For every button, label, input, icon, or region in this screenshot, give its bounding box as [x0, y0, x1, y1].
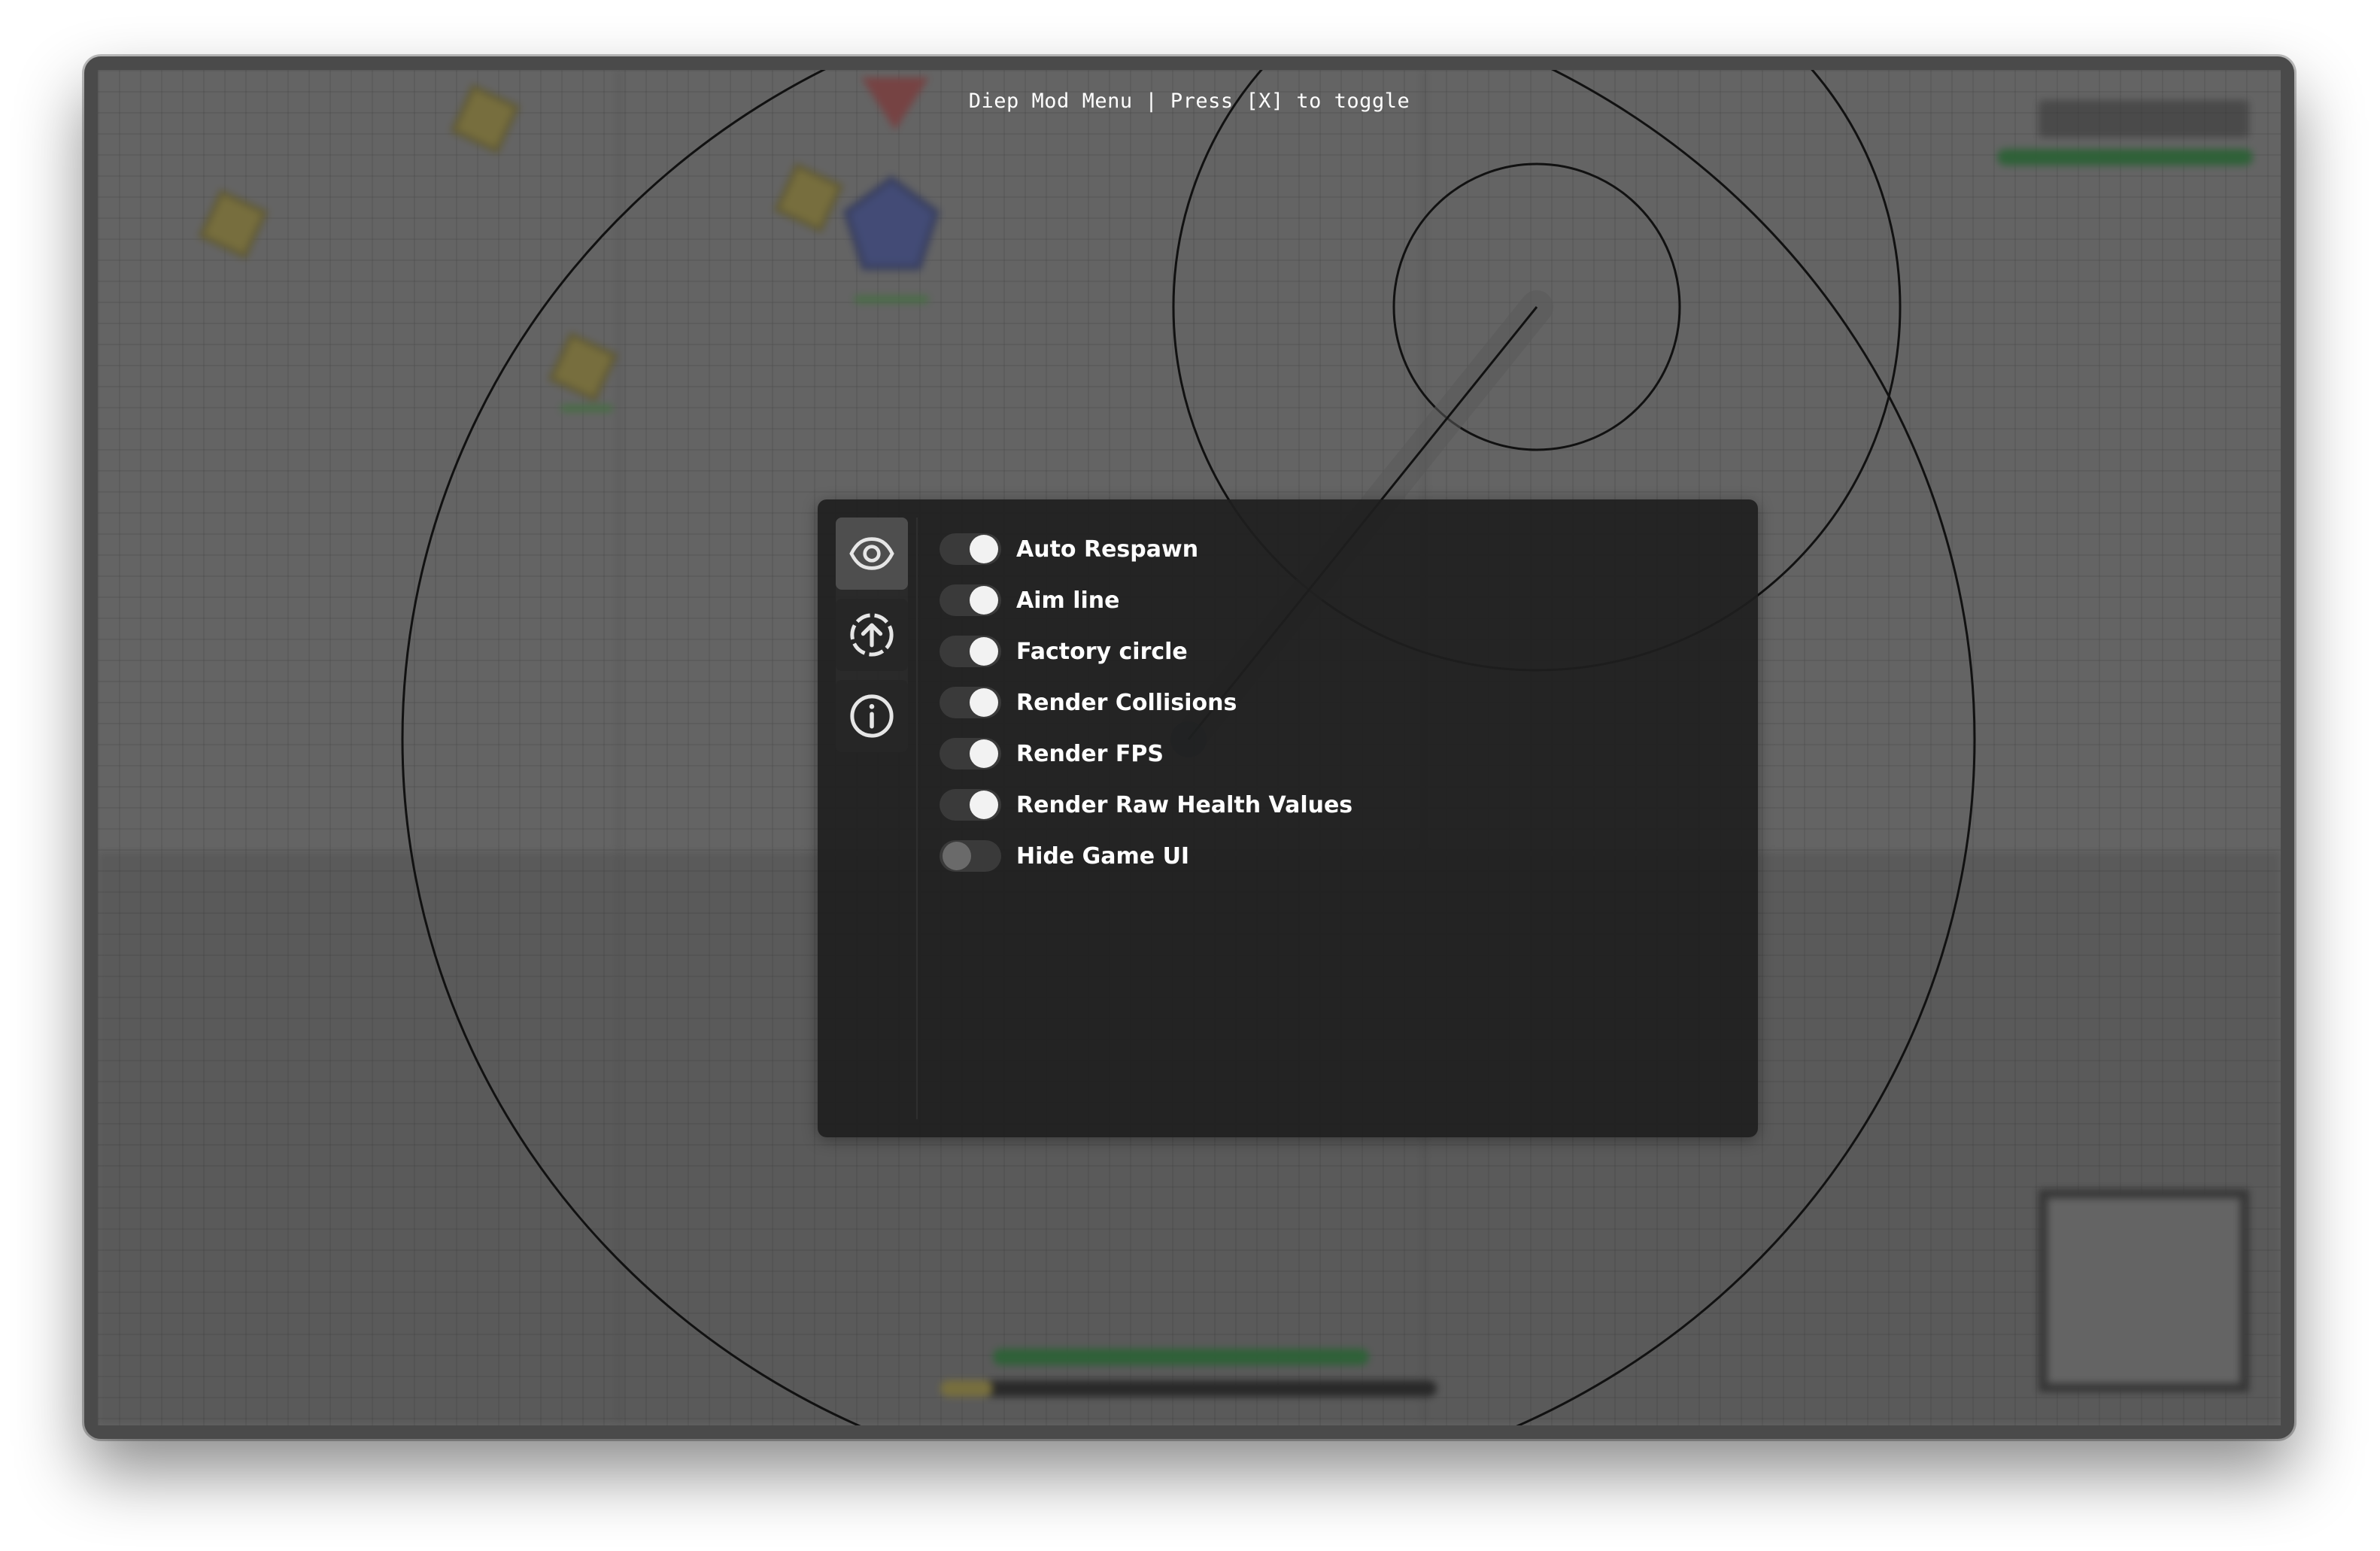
option-label: Auto Respawn	[1016, 536, 1199, 563]
game-canvas[interactable]: Diep Mod Menu | Press [X] to toggle Auto…	[98, 70, 2281, 1425]
hide-game-ui-toggle[interactable]	[940, 840, 1001, 872]
tab-info[interactable]	[836, 680, 908, 752]
mod-menu-title: Diep Mod Menu | Press [X] to toggle	[968, 90, 1410, 113]
menu-tab-bar	[836, 518, 908, 752]
mod-menu-panel: Auto Respawn Aim line Factory circle Ren…	[818, 499, 1758, 1137]
option-hide-game-ui: Hide Game UI	[940, 830, 1352, 882]
render-collisions-toggle[interactable]	[940, 687, 1001, 718]
toggle-knob	[970, 791, 998, 819]
toggle-knob	[970, 739, 998, 768]
options-list: Auto Respawn Aim line Factory circle Ren…	[940, 524, 1352, 882]
toggle-knob	[970, 688, 998, 717]
toggle-knob	[970, 586, 998, 615]
browser-window: Diep Mod Menu | Press [X] to toggle Auto…	[84, 56, 2294, 1439]
aim-line-toggle[interactable]	[940, 584, 1001, 616]
option-aim-line: Aim line	[940, 575, 1352, 626]
render-fps-toggle[interactable]	[940, 738, 1001, 769]
option-label: Render FPS	[1016, 740, 1164, 767]
option-factory-circle: Factory circle	[940, 626, 1352, 677]
toggle-knob	[970, 535, 998, 563]
toggle-knob	[943, 842, 971, 870]
option-render-collisions: Render Collisions	[940, 677, 1352, 728]
option-auto-respawn: Auto Respawn	[940, 524, 1352, 575]
auto-respawn-toggle[interactable]	[940, 533, 1001, 565]
menu-divider	[916, 518, 918, 1119]
render-raw-health-toggle[interactable]	[940, 789, 1001, 821]
toggle-knob	[970, 637, 998, 666]
option-render-raw-health: Render Raw Health Values	[940, 779, 1352, 830]
option-label: Factory circle	[1016, 638, 1188, 665]
tab-visuals[interactable]	[836, 518, 908, 590]
factory-circle-toggle[interactable]	[940, 636, 1001, 667]
option-label: Aim line	[1016, 587, 1120, 614]
eye-icon	[849, 537, 894, 570]
option-label: Hide Game UI	[1016, 842, 1190, 870]
upgrade-arrow-icon	[850, 613, 894, 657]
info-icon	[850, 694, 894, 738]
tab-upgrades[interactable]	[836, 599, 908, 671]
option-label: Render Raw Health Values	[1016, 791, 1353, 818]
option-render-fps: Render FPS	[940, 728, 1352, 779]
option-label: Render Collisions	[1016, 689, 1237, 716]
